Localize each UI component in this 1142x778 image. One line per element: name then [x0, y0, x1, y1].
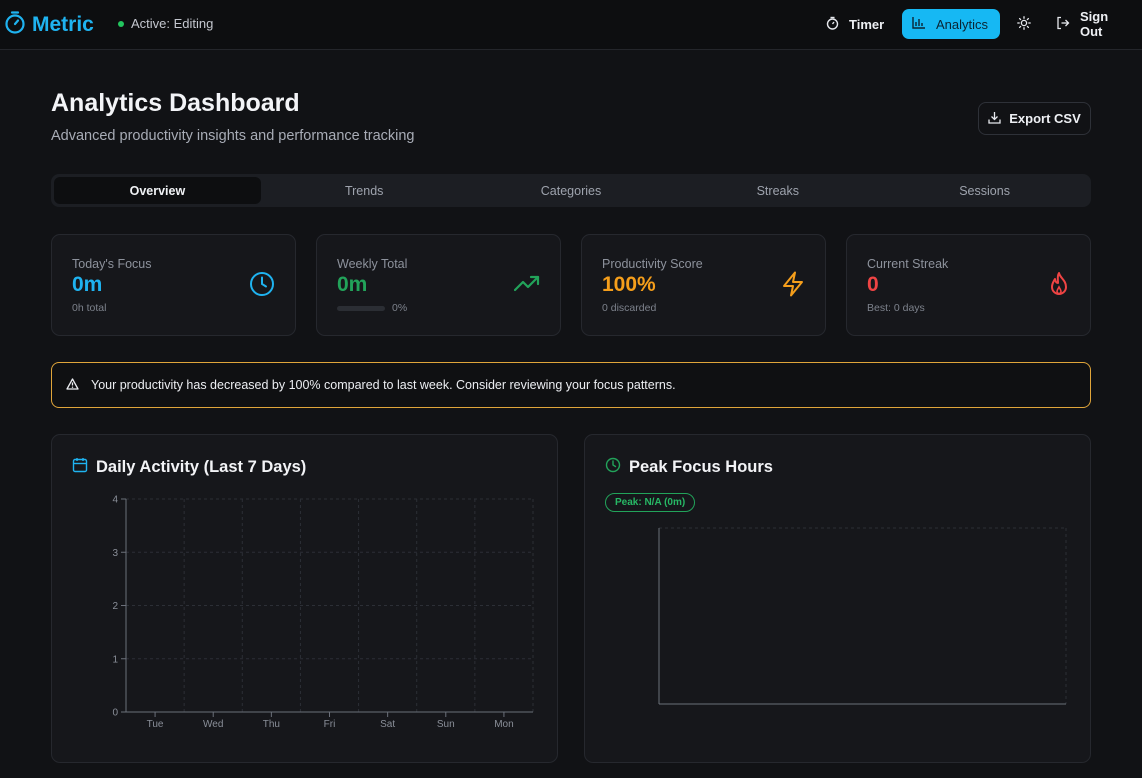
peak-badge: Peak: N/A (0m)	[605, 493, 696, 512]
todays-focus-value: 0m	[72, 273, 103, 296]
peak-focus-chart	[658, 527, 1067, 705]
tab-streaks[interactable]: Streaks	[674, 177, 881, 204]
daily-activity-title-text: Daily Activity (Last 7 Days)	[96, 458, 307, 476]
timer-nav-label: Timer	[849, 16, 885, 32]
timer-icon	[826, 16, 839, 33]
x-tick-label-wed: Wed	[203, 719, 223, 730]
status-dot	[118, 20, 124, 27]
x-tick-label-tue: Tue	[147, 719, 164, 730]
x-tick-label-sun: Sun	[437, 719, 455, 730]
x-tick-label-fri: Fri	[324, 719, 336, 730]
sun-icon	[1017, 15, 1031, 33]
alert-text: Your productivity has decreased by 100% …	[91, 378, 676, 392]
editing-status: Active: Editing	[118, 16, 213, 31]
weekly-progress-percent: 0%	[392, 302, 408, 314]
flame-icon	[1048, 271, 1070, 302]
status-text: Active: Editing	[131, 16, 214, 31]
weekly-total-card: Weekly Total 0m 0%	[316, 234, 561, 336]
x-tick-label-mon: Mon	[494, 719, 513, 730]
y-tick-label: 0	[112, 708, 118, 719]
sign-out-button[interactable]: Sign Out	[1046, 9, 1142, 39]
y-tick-label: 2	[112, 601, 118, 612]
peak-focus-panel: Peak Focus Hours Peak: N/A (0m)	[584, 434, 1091, 763]
productivity-score-card: Productivity Score 100% 0 discarded	[581, 234, 826, 336]
todays-focus-card: Today's Focus 0m 0h total	[51, 234, 296, 336]
weekly-total-label: Weekly Total	[337, 257, 408, 271]
productivity-score-sub: 0 discarded	[602, 302, 657, 314]
dashboard-tabs: Overview Trends Categories Streaks Sessi…	[51, 174, 1091, 207]
clock-icon	[249, 271, 275, 302]
timer-nav-button[interactable]: Timer	[816, 9, 894, 39]
trending-up-icon	[513, 271, 540, 302]
export-label: Export CSV	[1009, 111, 1081, 126]
logout-icon	[1056, 16, 1070, 33]
sign-out-label: Sign Out	[1080, 9, 1109, 39]
productivity-score-label: Productivity Score	[602, 257, 703, 271]
analytics-nav-label: Analytics	[936, 16, 989, 32]
todays-focus-sub: 0h total	[72, 302, 107, 314]
current-streak-card: Current Streak 0 Best: 0 days	[846, 234, 1091, 336]
clock-icon	[605, 457, 621, 478]
daily-activity-title: Daily Activity (Last 7 Days)	[72, 457, 306, 478]
tab-overview[interactable]: Overview	[54, 177, 261, 204]
tab-trends[interactable]: Trends	[261, 177, 468, 204]
current-streak-sub: Best: 0 days	[867, 302, 925, 314]
tab-sessions[interactable]: Sessions	[881, 177, 1088, 204]
peak-focus-title: Peak Focus Hours	[605, 457, 773, 478]
peak-focus-title-text: Peak Focus Hours	[629, 458, 773, 476]
productivity-alert: Your productivity has decreased by 100% …	[51, 362, 1091, 408]
weekly-total-value: 0m	[337, 273, 368, 296]
y-tick-label: 3	[112, 548, 118, 559]
current-streak-value: 0	[867, 273, 879, 296]
lightning-icon	[781, 271, 805, 302]
x-tick-label-thu: Thu	[263, 719, 280, 730]
daily-activity-panel: 0 1 2 3 4 Tue Wed Thu Fri Sat Sun Mon Daily Activit…	[51, 434, 558, 763]
daily-activity-chart: 0 1 2 3 4 Tue Wed Thu Fri Sat Sun Mon	[112, 495, 534, 730]
export-csv-button[interactable]: Export CSV	[978, 102, 1091, 135]
y-tick-label: 1	[112, 654, 118, 665]
weekly-progress-bar	[337, 306, 385, 311]
page-subtitle: Advanced productivity insights and perfo…	[51, 128, 415, 144]
download-icon	[988, 111, 1001, 127]
y-tick-label: 4	[112, 495, 118, 506]
bar-chart-icon	[912, 16, 926, 32]
app-name: Metric	[32, 12, 94, 36]
calendar-icon	[72, 457, 88, 478]
stopwatch-logo-icon	[4, 10, 26, 39]
warning-icon	[66, 377, 79, 393]
top-bar: Metric Active: Editing Timer Analytics S…	[0, 0, 1142, 50]
theme-toggle-button[interactable]	[1008, 9, 1040, 39]
analytics-nav-button[interactable]: Analytics	[902, 9, 1000, 39]
x-tick-label-sat: Sat	[380, 719, 395, 730]
current-streak-label: Current Streak	[867, 257, 949, 271]
productivity-score-value: 100%	[602, 273, 656, 296]
todays-focus-label: Today's Focus	[72, 257, 152, 271]
page-title: Analytics Dashboard	[51, 89, 300, 117]
brand[interactable]: Metric	[4, 10, 94, 39]
tab-categories[interactable]: Categories	[468, 177, 675, 204]
